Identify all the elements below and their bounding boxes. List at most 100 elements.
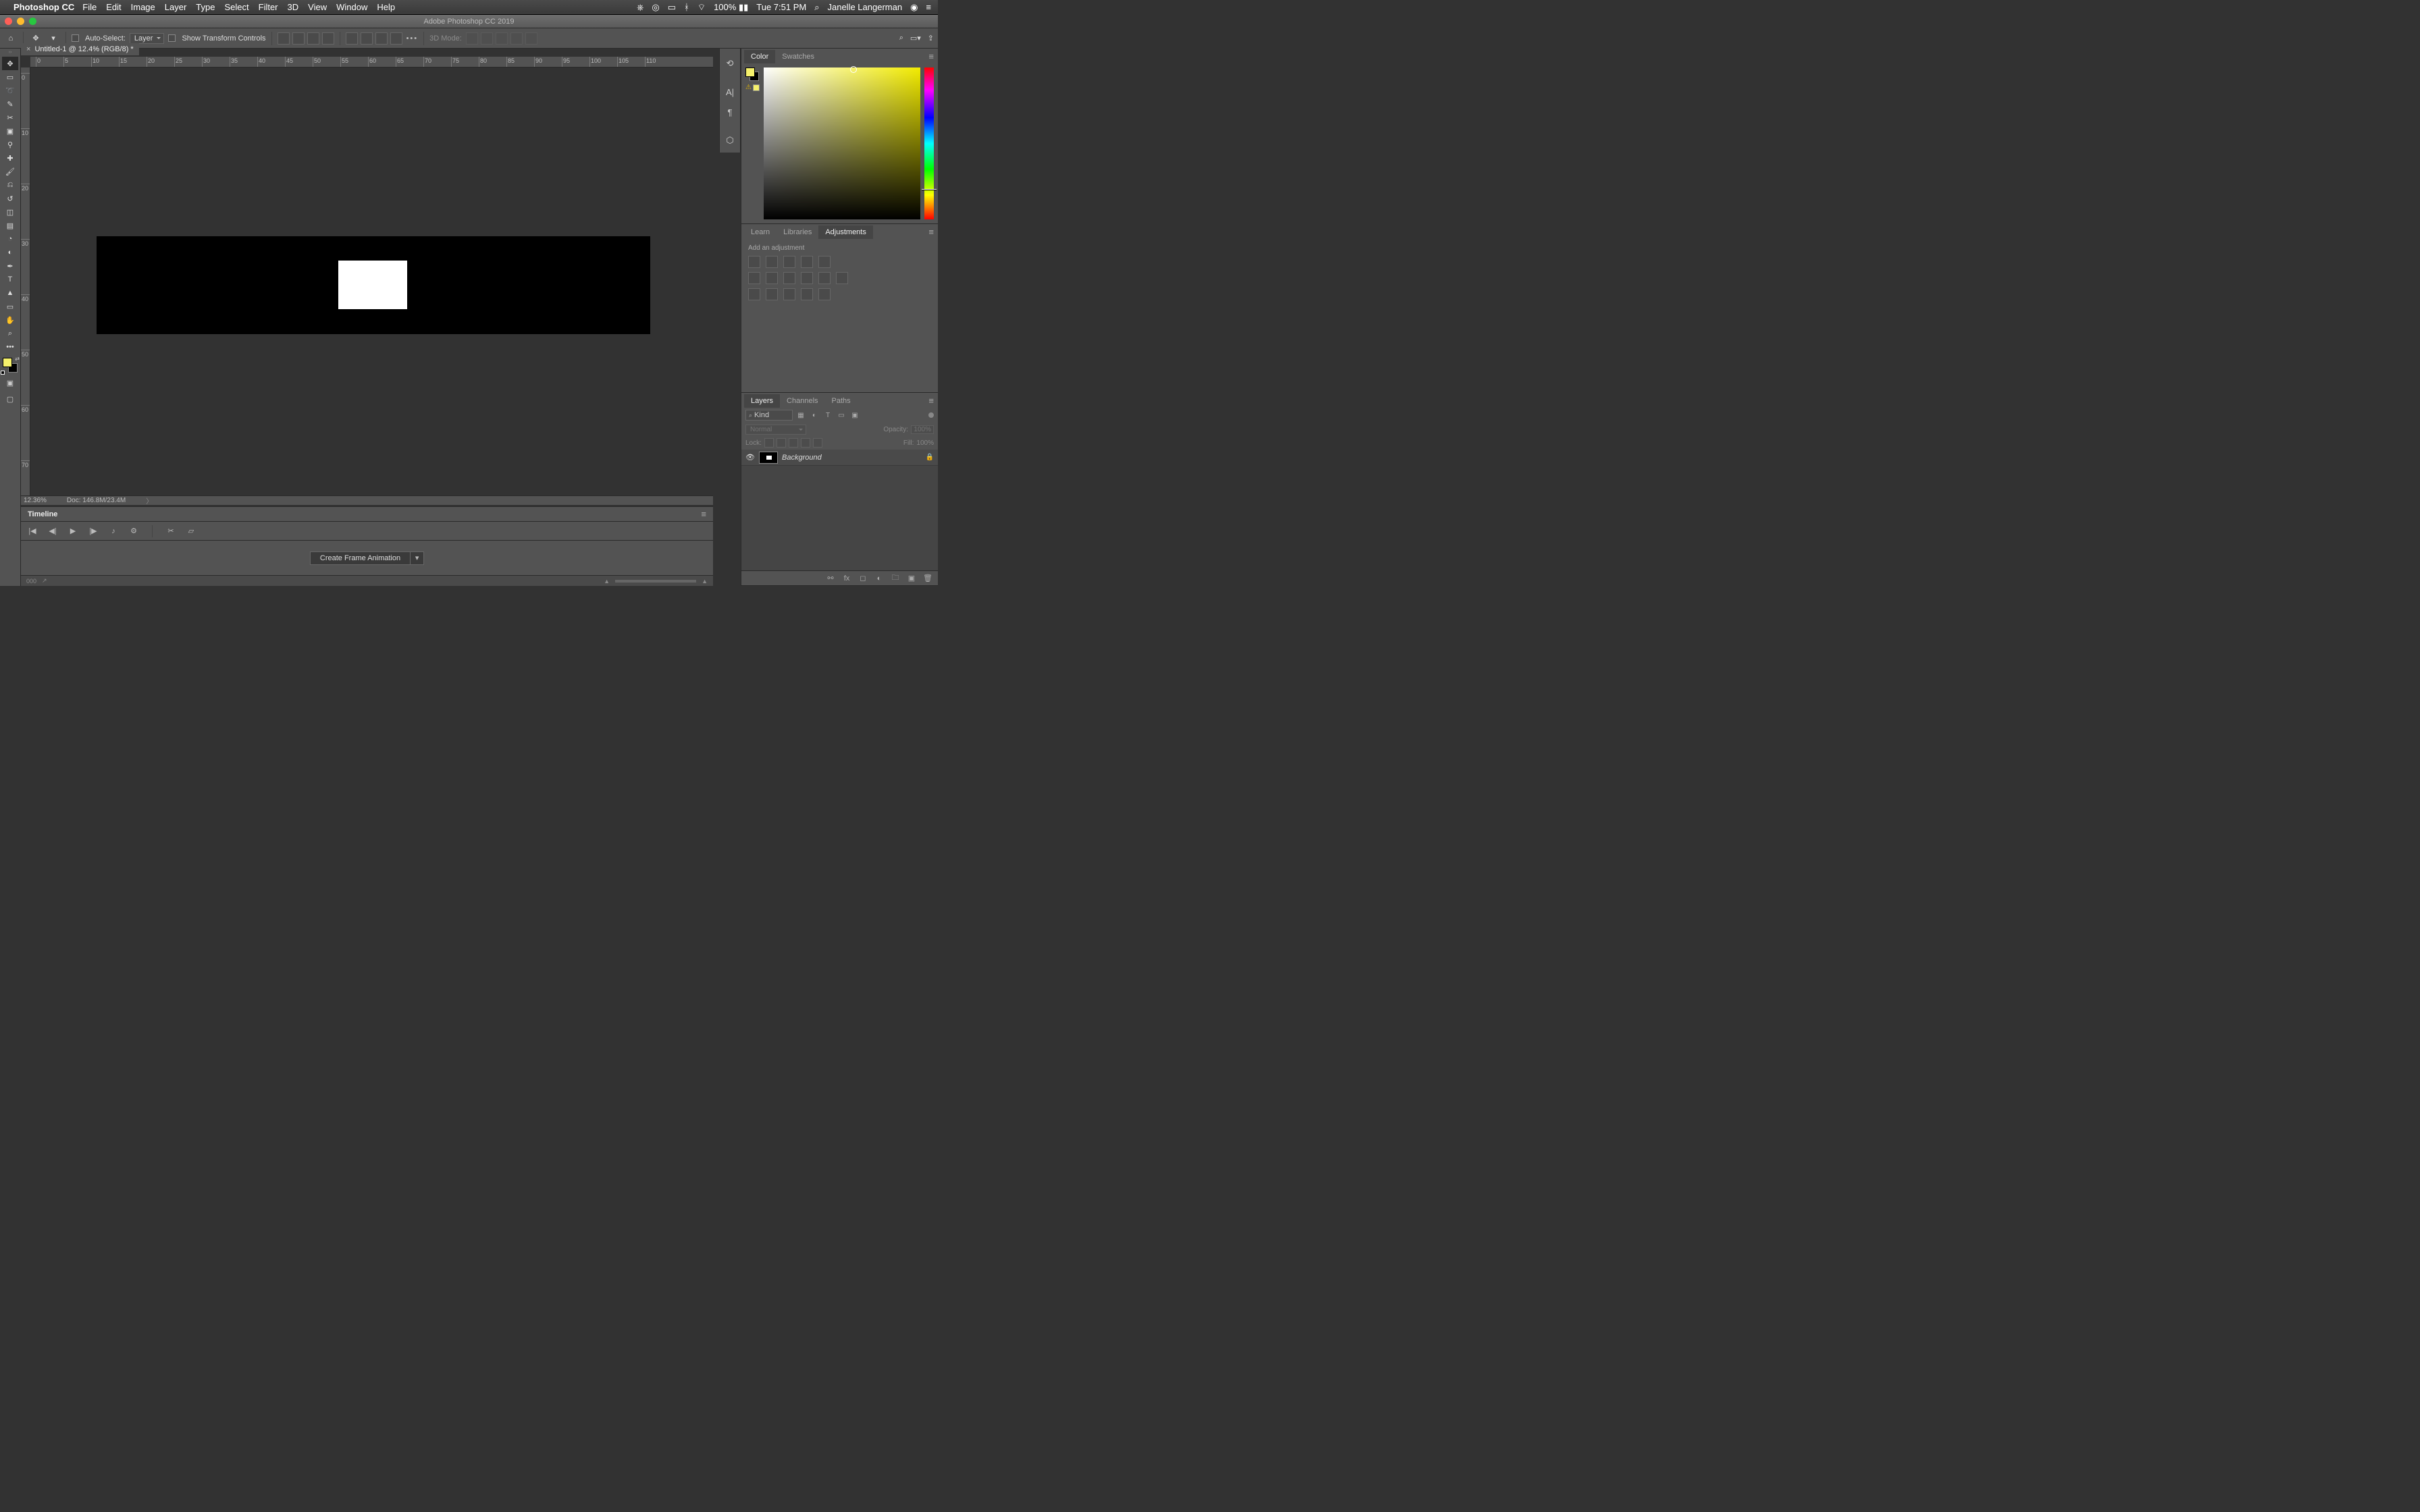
menu-layer[interactable]: Layer [165,2,187,12]
search-icon[interactable]: ⌕ [899,34,903,43]
layers-adjustment-button[interactable]: ◐ [874,574,884,583]
clone-stamp-tool[interactable]: ⎌ [2,178,18,192]
dodge-tool[interactable]: ◐ [2,246,18,259]
adj-colorbalance-button[interactable] [766,272,778,284]
filter-smart-icon[interactable]: ▣ [849,410,860,421]
timeline-loop-button[interactable]: ⚙ [129,526,138,535]
menu-view[interactable]: View [308,2,327,12]
align-left-button[interactable] [278,32,290,45]
adj-gradientmap-button[interactable] [801,288,813,300]
hue-slider[interactable] [924,68,934,219]
horizontal-ruler[interactable]: 0510152025303540455055606570758085909510… [30,57,713,68]
display-icon[interactable]: ▭ [668,2,676,13]
doc-info[interactable]: Doc: 146.8M/23.4M [67,497,126,504]
align-vcenter-button[interactable] [361,32,373,45]
gradient-tool[interactable]: ▤ [2,219,18,232]
menu-select[interactable]: Select [224,2,248,12]
tools-grip-icon[interactable]: ›› [0,49,20,55]
quick-mask-button[interactable]: ▣ [2,377,18,389]
layers-group-button[interactable]: 🗀 [891,574,900,583]
timeline-first-frame-button[interactable]: |◀ [28,526,37,535]
timeline-split-button[interactable]: ✂ [166,526,176,535]
align-hcenter-button[interactable] [292,32,305,45]
quick-select-tool[interactable]: ✎ [2,97,18,111]
layers-mask-button[interactable]: ◻ [858,574,868,583]
menu-filter[interactable]: Filter [259,2,278,12]
timeline-panel-menu-icon[interactable]: ≡ [701,509,706,519]
window-maximize-button[interactable] [29,18,36,25]
foreground-color-swatch[interactable] [3,358,12,367]
zoom-tool[interactable]: ⌕ [2,327,18,340]
history-brush-tool[interactable]: ↺ [2,192,18,205]
adj-levels-button[interactable] [766,256,778,268]
paths-tab[interactable]: Paths [825,394,858,408]
color-panel-swatch[interactable] [745,68,759,81]
adj-bw-button[interactable] [783,272,795,284]
siri-icon[interactable]: ◉ [910,2,918,13]
adj-brightness-button[interactable] [748,256,760,268]
color-tab[interactable]: Color [744,50,775,63]
document-tab-close-icon[interactable]: × [26,45,30,53]
adj-invert-button[interactable] [748,288,760,300]
zoom-level[interactable]: 12.36% [24,497,47,504]
vertical-ruler[interactable]: 010203040506070 [21,68,30,495]
hue-slider-marker[interactable] [922,189,937,190]
layers-filter-kind[interactable]: ⌕ Kind [745,410,793,421]
adj-posterize-button[interactable] [766,288,778,300]
color-panel-fg-swatch[interactable] [745,68,755,77]
adj-photofilter-button[interactable] [801,272,813,284]
layers-link-button[interactable]: ⚯ [826,574,835,583]
eraser-tool[interactable]: ◫ [2,205,18,219]
align-bottom-button[interactable] [375,32,388,45]
learn-tab[interactable]: Learn [744,225,777,239]
timeline-tab[interactable]: Timeline [28,510,57,518]
adj-colorlookup-button[interactable] [836,272,848,284]
spotlight-icon[interactable]: ⌕ [814,2,819,13]
layers-panel-menu-icon[interactable]: ≡ [928,396,934,406]
color-well[interactable]: ⇄ [3,358,18,373]
home-icon[interactable]: ⌂ [4,32,18,45]
menu-image[interactable]: Image [131,2,155,12]
more-align-button[interactable]: ••• [406,34,419,43]
timeline-prev-frame-button[interactable]: ◀| [48,526,57,535]
window-close-button[interactable] [5,18,12,25]
timeline-audio-button[interactable]: ♪ [109,527,118,535]
menu-3d[interactable]: 3D [288,2,299,12]
timeline-zoom-in-icon[interactable]: ▲ [702,578,708,585]
menu-file[interactable]: File [82,2,97,12]
menubar-user[interactable]: Janelle Langerman [827,2,902,12]
layer-lock-icon[interactable]: 🔒 [926,454,934,461]
cc-icon[interactable]: ◎ [652,2,659,13]
adj-hue-button[interactable] [748,272,760,284]
filter-toggle[interactable] [928,412,934,418]
menu-edit[interactable]: Edit [106,2,121,12]
lasso-tool[interactable]: ➰ [2,84,18,97]
blend-mode-dropdown[interactable]: Normal [745,425,806,435]
adj-channelmixer-button[interactable] [818,272,831,284]
doc-info-chevron-icon[interactable]: 〉 [146,495,153,506]
document-tab[interactable]: × Untitled-1 @ 12.4% (RGB/8) * [21,43,139,55]
edit-toolbar-button[interactable]: ••• [2,340,18,354]
timeline-zoom-slider[interactable] [615,580,696,583]
brush-tool[interactable]: 🖌 [2,165,18,178]
lock-position-button[interactable] [789,438,798,448]
notification-center-icon[interactable]: ≡ [926,2,931,12]
layers-new-button[interactable]: ▣ [907,574,916,583]
shape-tool[interactable]: ▭ [2,300,18,313]
timeline-play-button[interactable]: ▶ [68,526,78,535]
share-icon[interactable]: ⇪ [928,34,934,43]
gamut-warning-swatch[interactable] [753,84,760,91]
filter-pixel-icon[interactable]: ▦ [795,410,806,421]
distribute-v-button[interactable] [390,32,402,45]
default-colors-icon[interactable] [1,371,5,375]
filter-type-icon[interactable]: T [822,410,833,421]
wifi-icon[interactable]: ⌔ [698,2,706,13]
layer-row[interactable]: 👁 Background 🔒 [741,450,938,466]
canvas-area[interactable] [30,68,713,495]
path-select-tool[interactable]: ▲ [2,286,18,300]
timeline-next-frame-button[interactable]: |▶ [88,526,98,535]
app-name[interactable]: Photoshop CC [14,2,74,12]
align-right-button[interactable] [307,32,319,45]
distribute-h-button[interactable] [322,32,334,45]
create-frame-animation-button[interactable]: Create Frame Animation [310,551,411,565]
